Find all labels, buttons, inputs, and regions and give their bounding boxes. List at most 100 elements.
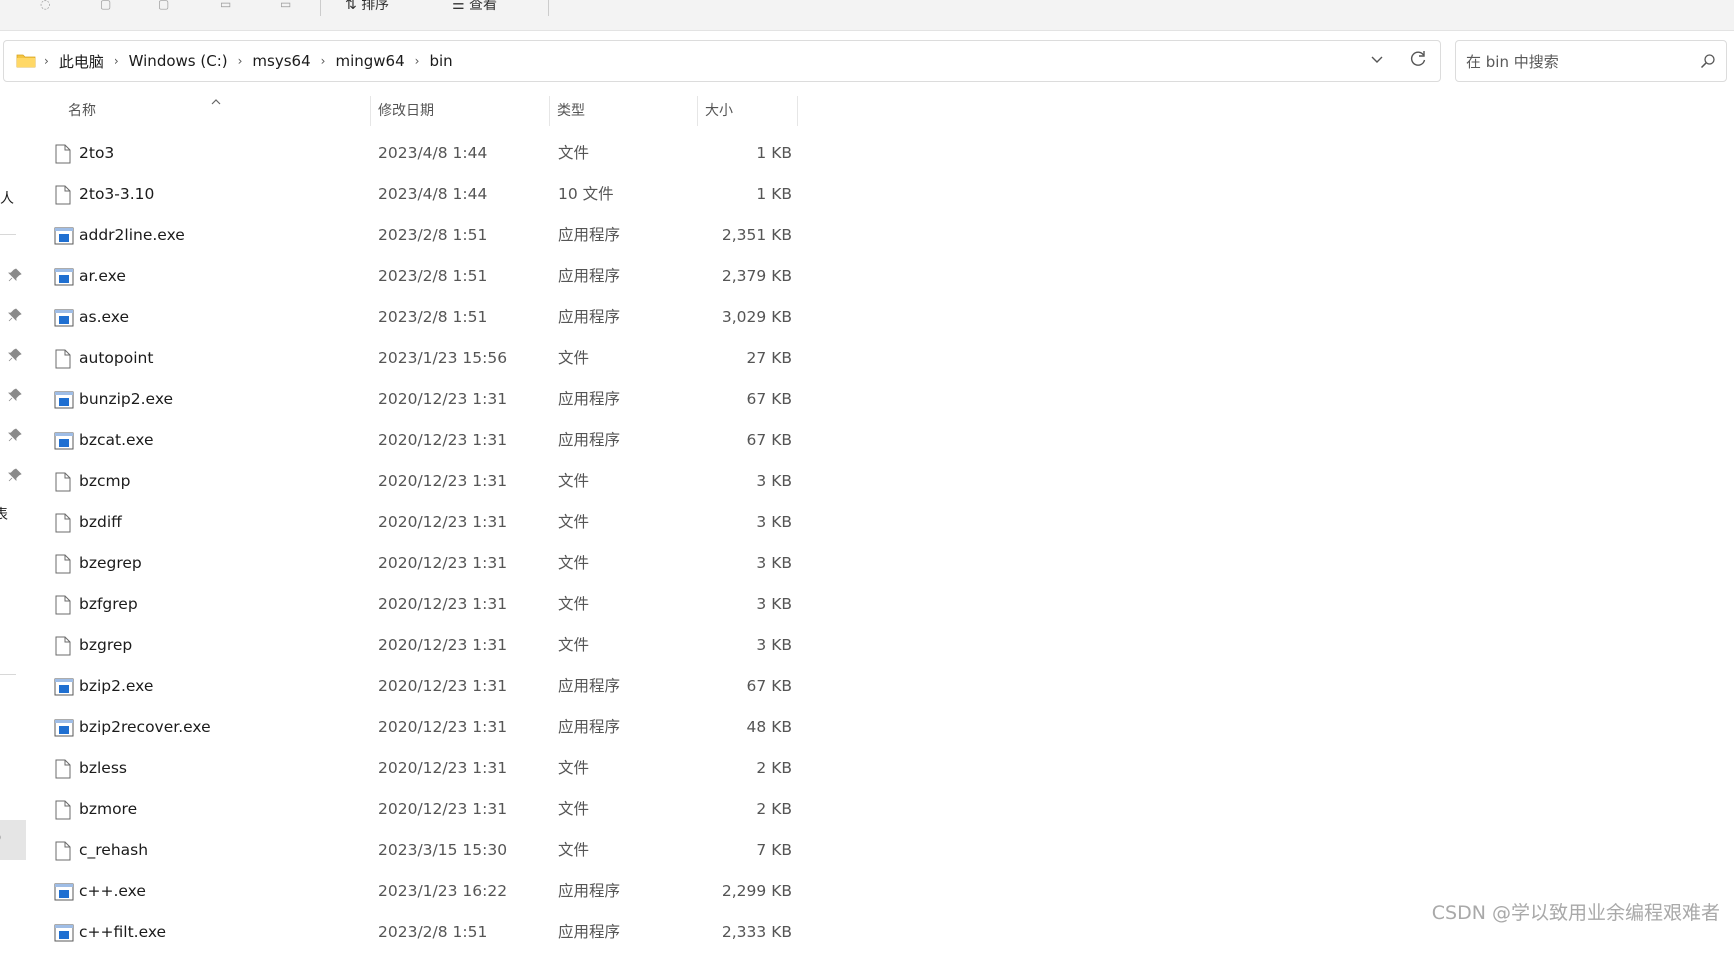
file-row[interactable]: bzcmp 2020/12/23 1:31 文件 3 KB (0, 461, 800, 502)
address-bar[interactable]: › 此电脑 › Windows (C:) › msys64 › mingw64 … (3, 40, 1441, 82)
chevron-right-icon[interactable]: › (42, 54, 51, 68)
column-header: 名称 修改日期 类型 大小 (0, 96, 800, 126)
file-size: 2 KB (756, 800, 792, 818)
file-name[interactable]: bzless (79, 748, 127, 789)
column-divider[interactable] (797, 96, 798, 126)
file-row[interactable]: bzmore 2020/12/23 1:31 文件 2 KB (0, 789, 800, 830)
file-row[interactable]: bzdiff 2020/12/23 1:31 文件 3 KB (0, 502, 800, 543)
file-row[interactable]: bzless 2020/12/23 1:31 文件 2 KB (0, 748, 800, 789)
sort-button[interactable]: ⇅ 排序 (345, 0, 389, 14)
file-name[interactable]: bzgrep (79, 625, 132, 666)
file-row[interactable]: bunzip2.exe 2020/12/23 1:31 应用程序 67 KB (0, 379, 800, 420)
file-name[interactable]: bzfgrep (79, 584, 138, 625)
file-size: 3 KB (756, 595, 792, 613)
breadcrumb-mingw64[interactable]: mingw64 (327, 52, 412, 70)
file-size: 3 KB (756, 513, 792, 531)
file-type: 文件 (558, 472, 590, 490)
search-input[interactable] (1464, 49, 1688, 75)
view-icon: ☰ (452, 0, 470, 13)
search-box[interactable] (1455, 40, 1727, 82)
copy-icon[interactable]: ▢ (100, 0, 116, 10)
breadcrumb-bin[interactable]: bin (421, 52, 460, 70)
file-name[interactable]: c_rehash (79, 830, 148, 871)
file-size: 3 KB (756, 472, 792, 490)
search-icon[interactable] (1700, 53, 1716, 69)
column-header-size[interactable]: 大小 (697, 96, 733, 126)
file-name[interactable]: 2to3-3.10 (79, 174, 154, 215)
column-header-date[interactable]: 修改日期 (370, 96, 434, 126)
file-row[interactable]: bzip2.exe 2020/12/23 1:31 应用程序 67 KB (0, 666, 800, 707)
chevron-right-icon[interactable]: › (319, 54, 328, 68)
refresh-icon[interactable] (1408, 49, 1428, 69)
file-name[interactable]: bzegrep (79, 543, 142, 584)
chevron-right-icon[interactable]: › (413, 54, 422, 68)
file-name[interactable]: bzdiff (79, 502, 122, 543)
file-row[interactable]: bzip2recover.exe 2020/12/23 1:31 应用程序 48 KB (0, 707, 800, 748)
exe-icon (54, 431, 74, 451)
chevron-down-icon[interactable] (1369, 51, 1385, 67)
file-name[interactable]: ar.exe (79, 256, 126, 297)
file-row[interactable]: ar.exe 2023/2/8 1:51 应用程序 2,379 KB (0, 256, 800, 297)
file-date: 2023/1/23 15:56 (378, 349, 508, 367)
breadcrumb-msys64[interactable]: msys64 (244, 52, 318, 70)
file-row[interactable]: bzcat.exe 2020/12/23 1:31 应用程序 67 KB (0, 420, 800, 461)
file-row[interactable]: bzgrep 2020/12/23 1:31 文件 3 KB (0, 625, 800, 666)
file-row[interactable]: c++filt.exe 2023/2/8 1:51 应用程序 2,333 KB (0, 912, 800, 953)
file-name[interactable]: addr2line.exe (79, 215, 185, 256)
file-row[interactable]: 2to3-3.10 2023/4/8 1:44 10 文件 1 KB (0, 174, 800, 215)
file-name[interactable]: autopoint (79, 338, 153, 379)
chevron-right-icon[interactable]: › (112, 54, 121, 68)
file-date: 2020/12/23 1:31 (378, 513, 508, 531)
file-name[interactable]: c++filt.exe (79, 912, 166, 953)
file-name[interactable]: bzip2recover.exe (79, 707, 211, 748)
file-row[interactable]: bzegrep 2020/12/23 1:31 文件 3 KB (0, 543, 800, 584)
toolbar-divider (548, 0, 549, 16)
file-row[interactable]: c++.exe 2023/1/23 16:22 应用程序 2,299 KB (0, 871, 800, 912)
file-type: 应用程序 (558, 718, 621, 736)
file-name[interactable]: bzcmp (79, 461, 130, 502)
file-row[interactable]: as.exe 2023/2/8 1:51 应用程序 3,029 KB (0, 297, 800, 338)
share-icon[interactable]: ▭ (280, 0, 296, 10)
file-date: 2020/12/23 1:31 (378, 554, 508, 572)
file-size: 2,351 KB (721, 226, 792, 244)
exe-icon (54, 923, 74, 943)
file-name[interactable]: 2to3 (79, 133, 114, 174)
exe-icon (54, 226, 74, 246)
file-icon (54, 636, 72, 656)
chevron-right-icon[interactable]: › (236, 54, 245, 68)
breadcrumb-windows-c[interactable]: Windows (C:) (121, 52, 236, 70)
cut-icon[interactable]: ◌ (40, 0, 56, 10)
command-bar: ◌ ▢ ▢ ▭ ▭ ⇅ 排序 ☰ 查看 (0, 0, 1734, 31)
exe-icon (54, 390, 74, 410)
file-icon (54, 349, 72, 369)
file-name[interactable]: bzcat.exe (79, 420, 154, 461)
file-date: 2023/3/15 15:30 (378, 841, 508, 859)
folder-icon (16, 54, 36, 68)
file-size: 3 KB (756, 636, 792, 654)
file-row[interactable]: 2to3 2023/4/8 1:44 文件 1 KB (0, 133, 800, 174)
file-date: 2020/12/23 1:31 (378, 636, 508, 654)
file-name[interactable]: c++.exe (79, 871, 146, 912)
file-row[interactable]: autopoint 2023/1/23 15:56 文件 27 KB (0, 338, 800, 379)
file-name[interactable]: as.exe (79, 297, 129, 338)
column-header-name[interactable]: 名称 (60, 96, 96, 126)
file-type: 应用程序 (558, 390, 621, 408)
file-name[interactable]: bunzip2.exe (79, 379, 173, 420)
file-name[interactable]: bzmore (79, 789, 137, 830)
file-type: 文件 (558, 144, 590, 162)
file-icon (54, 144, 72, 164)
paste-icon[interactable]: ▢ (158, 0, 174, 10)
file-row[interactable]: c_rehash 2023/3/15 15:30 文件 7 KB (0, 830, 800, 871)
rename-icon[interactable]: ▭ (220, 0, 236, 10)
file-type: 应用程序 (558, 267, 621, 285)
file-date: 2020/12/23 1:31 (378, 718, 508, 736)
file-type: 应用程序 (558, 882, 621, 900)
column-header-type[interactable]: 类型 (549, 96, 585, 126)
file-name[interactable]: bzip2.exe (79, 666, 153, 707)
watermark: CSDN @学以致用业余编程艰难者 (1431, 902, 1720, 924)
file-row[interactable]: addr2line.exe 2023/2/8 1:51 应用程序 2,351 KB (0, 215, 800, 256)
file-row[interactable]: bzfgrep 2020/12/23 1:31 文件 3 KB (0, 584, 800, 625)
view-label: 查看 (469, 0, 498, 13)
view-button[interactable]: ☰ 查看 (452, 0, 497, 14)
breadcrumb-this-pc[interactable]: 此电脑 (51, 51, 112, 72)
